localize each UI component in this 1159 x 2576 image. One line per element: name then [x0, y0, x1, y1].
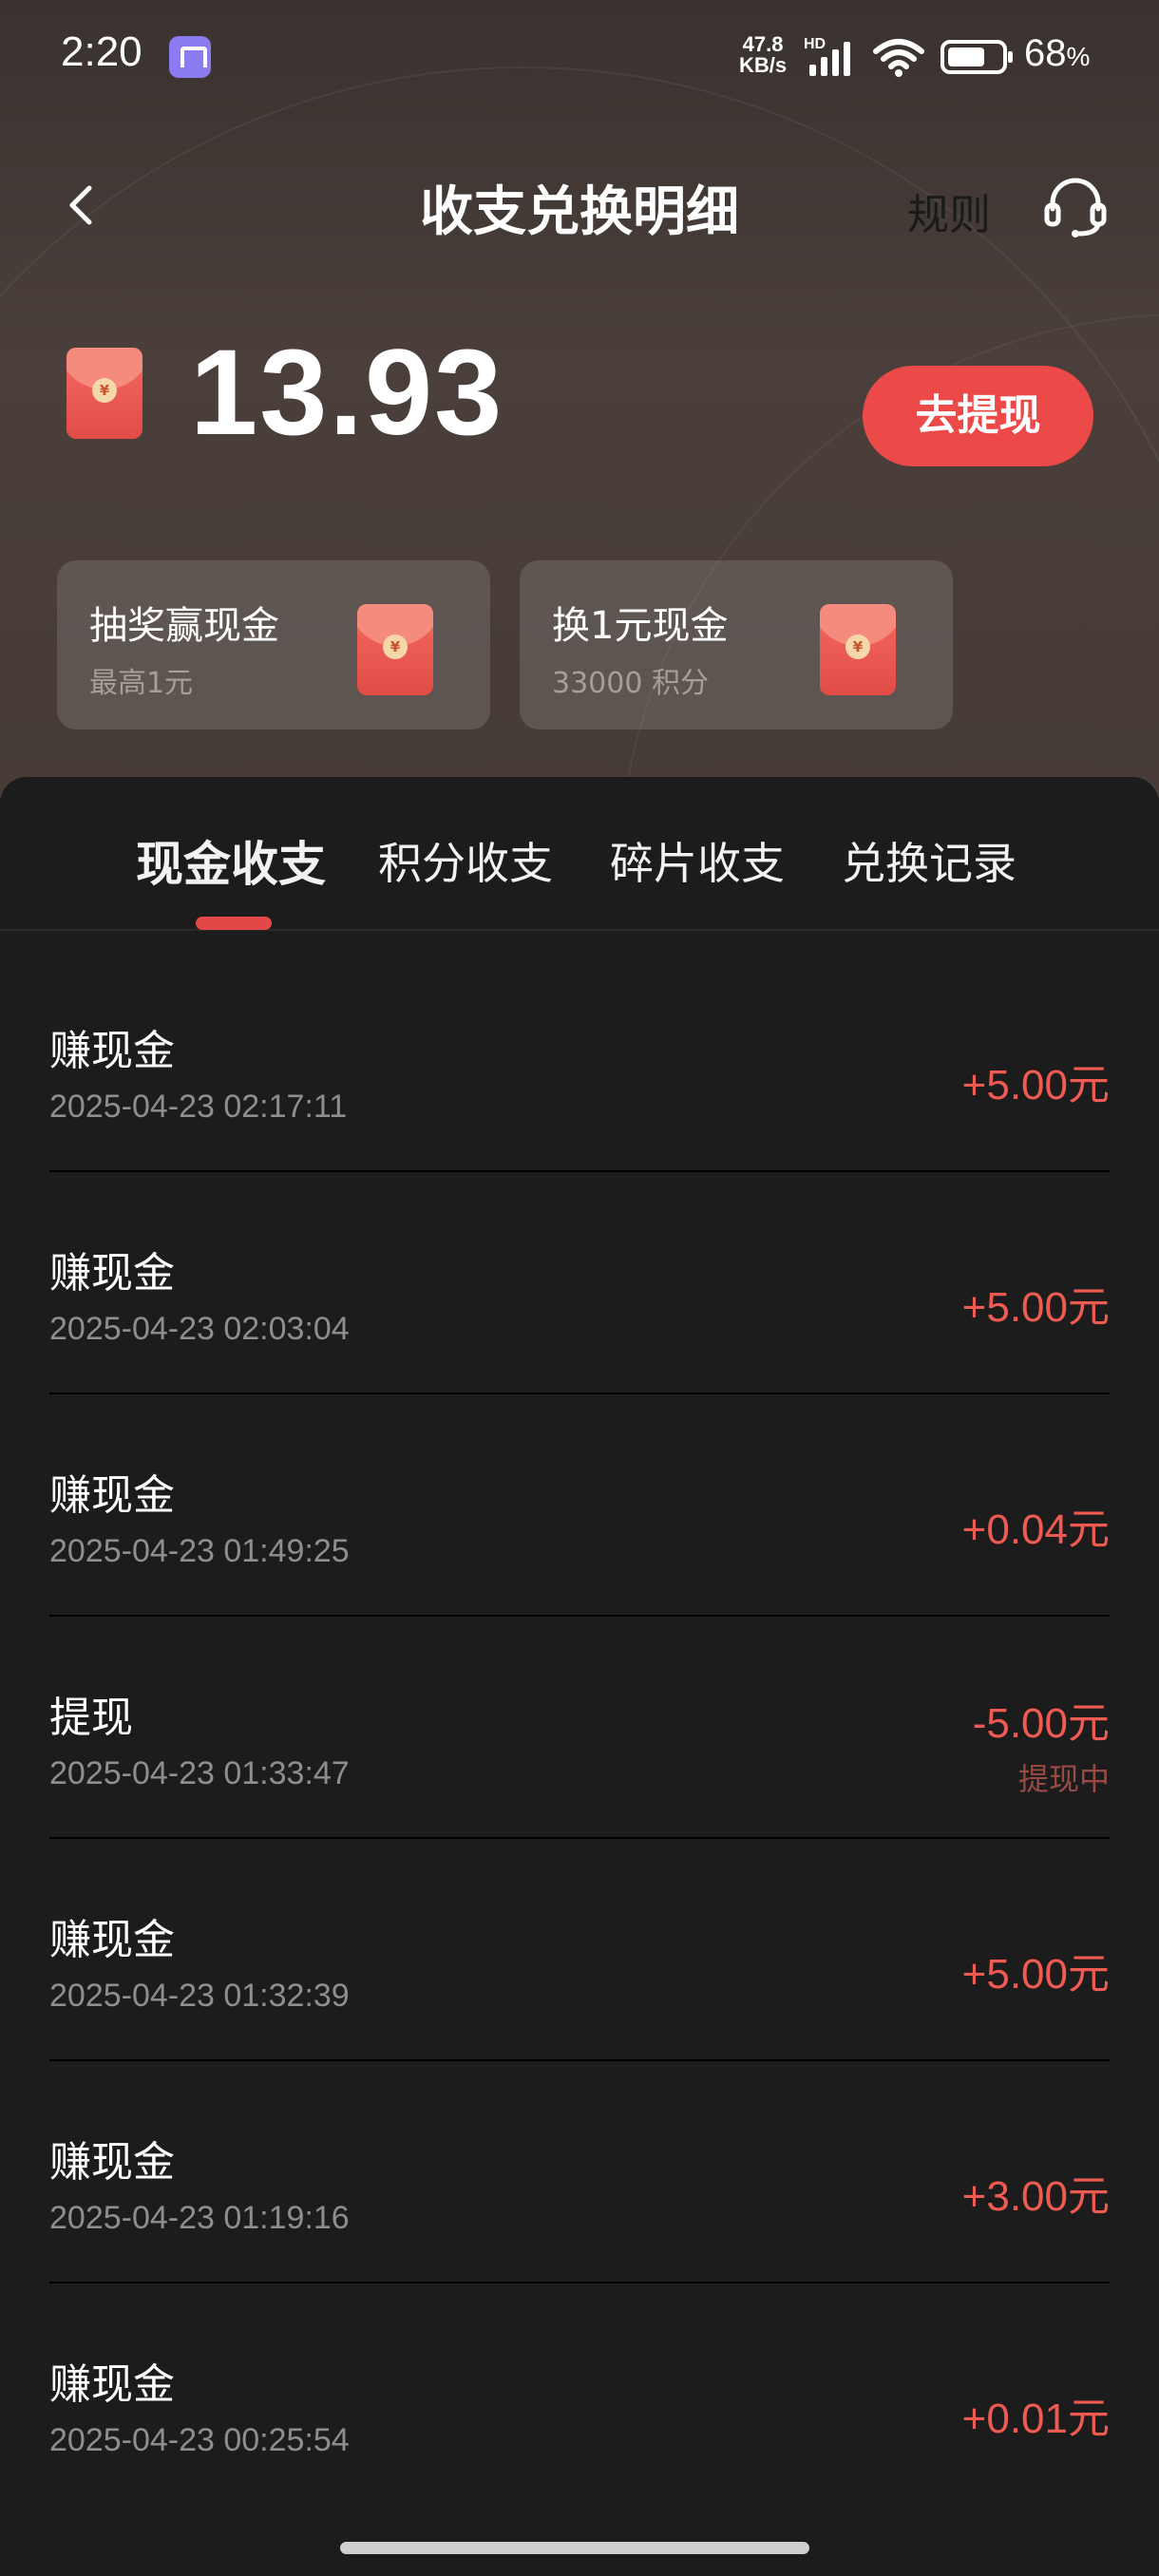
battery-percent: 68%	[1024, 32, 1090, 75]
transaction-time: 2025-04-23 01:19:16	[49, 2200, 350, 2236]
tab-cash[interactable]: 现金收支	[136, 826, 326, 895]
card-subtitle: 最高1元	[89, 667, 194, 700]
card-title: 换1元现金	[552, 604, 729, 648]
status-bar: 2:20 47.8 KB/s HD 68%	[0, 0, 1159, 114]
tab-fragments[interactable]: 碎片收支	[610, 829, 785, 892]
transaction-time: 2025-04-23 01:33:47	[49, 1755, 350, 1791]
yuan-coin-icon: ¥	[92, 378, 117, 403]
transaction-amount: +0.04元	[961, 1506, 1110, 1553]
transaction-title: 赚现金	[49, 1471, 175, 1520]
tab-points[interactable]: 积分收支	[378, 829, 553, 892]
home-indicator[interactable]	[340, 2542, 809, 2554]
transaction-time: 2025-04-23 02:03:04	[49, 1311, 350, 1347]
active-tab-indicator	[196, 917, 272, 930]
transaction-amount: +5.00元	[961, 1062, 1110, 1108]
network-speed: 47.8 KB/s	[739, 34, 787, 76]
card-title: 抽奖赢现金	[89, 604, 279, 648]
transaction-title: 赚现金	[49, 1027, 175, 1075]
transaction-row[interactable]: 提现 2025-04-23 01:33:47 -5.00元 提现中	[49, 1617, 1110, 1839]
yuan-coin-icon: ¥	[846, 635, 870, 659]
transaction-row[interactable]: 赚现金 2025-04-23 01:49:25 +0.04元	[49, 1394, 1110, 1617]
status-time: 2:20	[61, 28, 142, 75]
network-speed-value: 47.8	[742, 32, 784, 56]
transaction-time: 2025-04-23 00:25:54	[49, 2422, 350, 2458]
transaction-time: 2025-04-23 02:17:11	[49, 1089, 348, 1125]
transaction-amount: -5.00元	[972, 1700, 1110, 1747]
lottery-card[interactable]: 抽奖赢现金 最高1元 ¥	[57, 560, 490, 729]
transaction-title: 赚现金	[49, 1249, 175, 1297]
signal-icon	[809, 42, 850, 76]
wifi-icon	[873, 39, 924, 77]
exchange-cash-card[interactable]: 换1元现金 33000 积分 ¥	[520, 560, 953, 729]
transaction-amount: +5.00元	[961, 1284, 1110, 1331]
transaction-amount: +0.01元	[961, 2396, 1110, 2442]
transaction-time: 2025-04-23 01:49:25	[49, 1533, 350, 1569]
transaction-title: 赚现金	[49, 2360, 175, 2409]
tab-exchange-records[interactable]: 兑换记录	[842, 829, 1016, 892]
transaction-amount: +5.00元	[961, 1951, 1110, 1998]
rules-link[interactable]: 规则	[907, 180, 991, 241]
tab-bar: 现金收支 积分收支 碎片收支 兑换记录	[0, 777, 1159, 931]
red-envelope-icon: ¥	[357, 604, 433, 695]
card-subtitle: 33000 积分	[552, 667, 709, 700]
withdraw-button[interactable]: 去提现	[863, 366, 1093, 466]
transaction-status: 提现中	[1017, 1761, 1110, 1797]
transaction-title: 提现	[49, 1694, 133, 1742]
red-envelope-icon: ¥	[66, 348, 142, 439]
transaction-row[interactable]: 赚现金 2025-04-23 02:17:11 +5.00元	[49, 950, 1110, 1172]
red-envelope-icon: ¥	[820, 604, 896, 695]
yuan-coin-icon: ¥	[383, 635, 408, 659]
network-speed-unit: KB/s	[739, 53, 788, 77]
transaction-amount: +3.00元	[961, 2173, 1110, 2220]
transaction-title: 赚现金	[49, 2138, 175, 2187]
battery-percent-unit: %	[1066, 42, 1091, 71]
app-notification-icon	[169, 36, 211, 78]
balance-amount: 13.93	[190, 325, 504, 461]
battery-icon	[940, 40, 1013, 74]
battery-percent-value: 68	[1024, 32, 1067, 74]
transaction-row[interactable]: 赚现金 2025-04-23 01:32:39 +5.00元	[49, 1839, 1110, 2061]
transaction-row[interactable]: 赚现金 2025-04-23 01:19:16 +3.00元	[49, 2061, 1110, 2283]
transaction-title: 赚现金	[49, 1916, 175, 1964]
headset-icon[interactable]	[1041, 171, 1110, 239]
transaction-row[interactable]: 赚现金 2025-04-23 02:03:04 +5.00元	[49, 1172, 1110, 1394]
transaction-time: 2025-04-23 01:32:39	[49, 1978, 350, 2014]
transaction-row[interactable]: 赚现金 2025-04-23 00:25:54 +0.01元	[49, 2283, 1110, 2506]
transaction-list: 赚现金 2025-04-23 02:17:11 +5.00元 赚现金 2025-…	[49, 950, 1110, 2506]
